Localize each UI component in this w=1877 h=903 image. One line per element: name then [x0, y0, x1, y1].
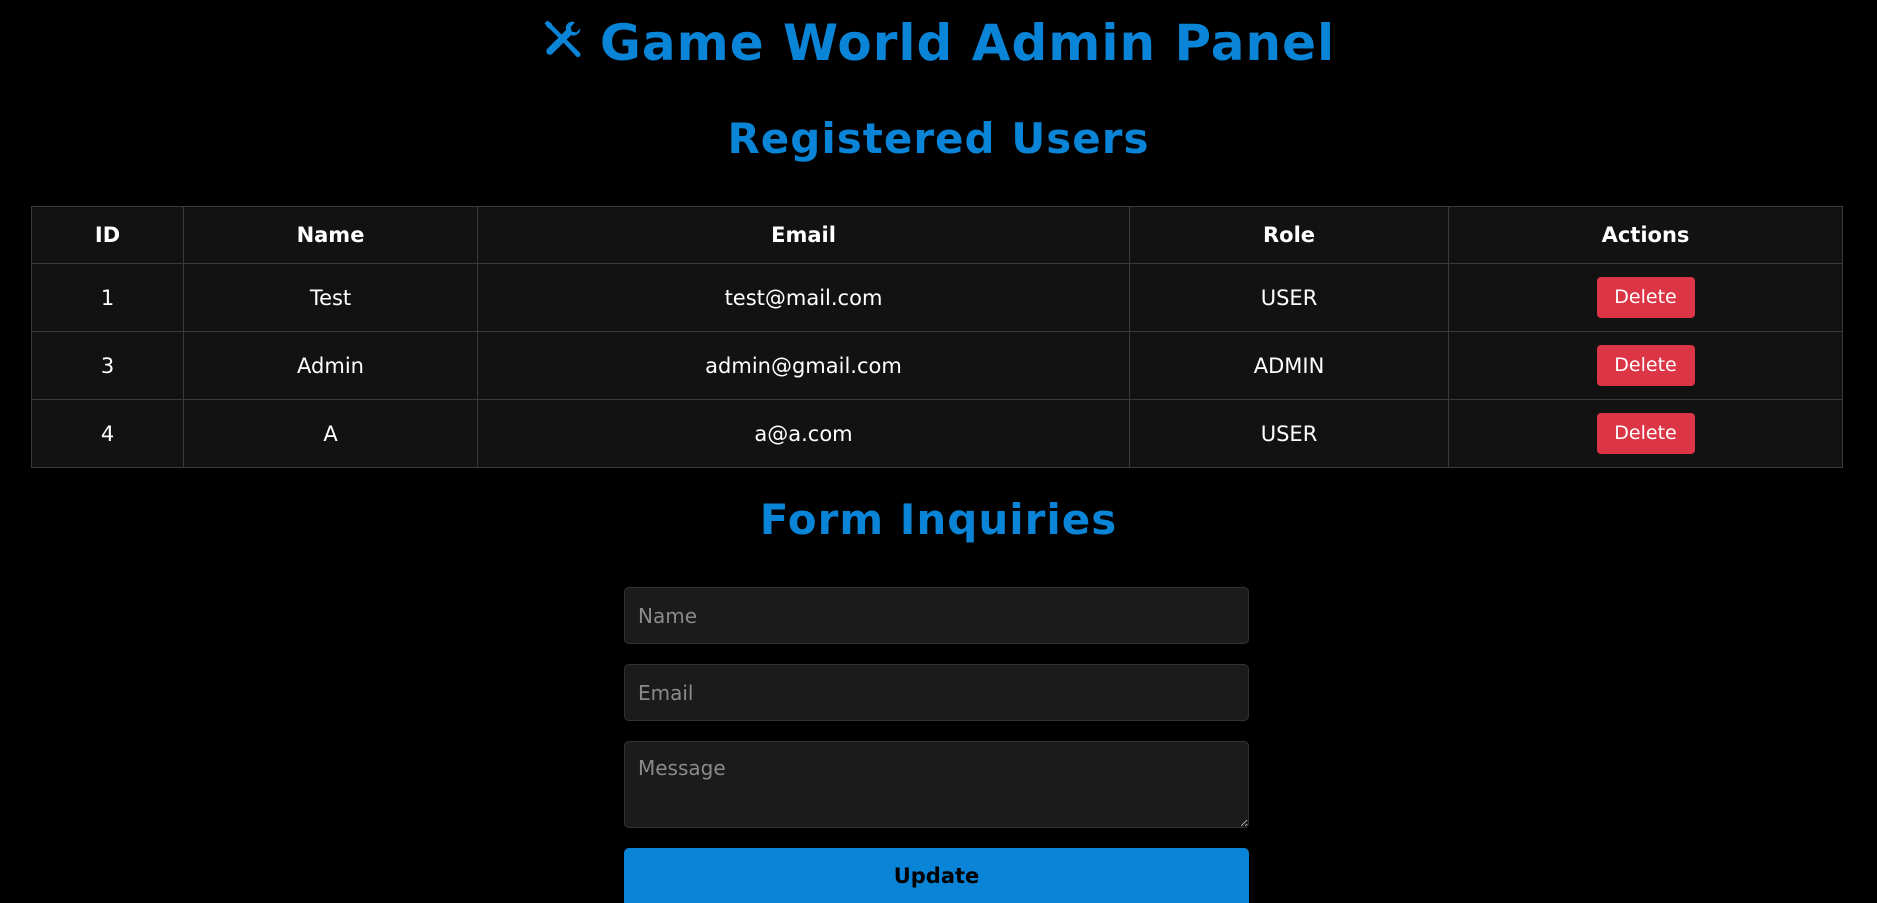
email-input[interactable] [624, 664, 1249, 721]
cell-id: 3 [31, 331, 184, 400]
cell-role: ADMIN [1129, 331, 1449, 400]
column-header-actions: Actions [1448, 206, 1843, 264]
column-header-role: Role [1129, 206, 1449, 264]
cell-email: test@mail.com [477, 263, 1130, 332]
form-inquiries-heading: Form Inquiries [759, 495, 1118, 544]
page-title: Game World Admin Panel [0, 14, 1877, 72]
message-textarea[interactable] [624, 741, 1249, 828]
table-row: 4 A a@a.com USER Delete [31, 399, 1843, 468]
cell-id: 4 [31, 399, 184, 468]
cell-name: Admin [183, 331, 478, 400]
column-header-id: ID [31, 206, 184, 264]
column-header-email: Email [477, 206, 1130, 264]
name-input[interactable] [624, 587, 1249, 644]
tools-icon [542, 14, 584, 72]
cell-actions: Delete [1448, 263, 1843, 332]
cell-actions: Delete [1448, 399, 1843, 468]
delete-button[interactable]: Delete [1596, 413, 1695, 454]
table-row: 1 Test test@mail.com USER Delete [31, 263, 1843, 332]
cell-email: a@a.com [477, 399, 1130, 468]
registered-users-heading: Registered Users [727, 114, 1150, 163]
cell-actions: Delete [1448, 331, 1843, 400]
page-title-text: Game World Admin Panel [599, 14, 1336, 72]
cell-id: 1 [31, 263, 184, 332]
column-header-name: Name [183, 206, 478, 264]
users-table: ID Name Email Role Actions 1 Test test@m… [31, 206, 1843, 468]
cell-role: USER [1129, 399, 1449, 468]
delete-button[interactable]: Delete [1596, 345, 1695, 386]
update-button[interactable]: Update [624, 848, 1249, 903]
cell-role: USER [1129, 263, 1449, 332]
cell-email: admin@gmail.com [477, 331, 1130, 400]
delete-button[interactable]: Delete [1596, 277, 1695, 318]
cell-name: Test [183, 263, 478, 332]
cell-name: A [183, 399, 478, 468]
table-row: 3 Admin admin@gmail.com ADMIN Delete [31, 331, 1843, 400]
table-header-row: ID Name Email Role Actions [31, 206, 1843, 264]
